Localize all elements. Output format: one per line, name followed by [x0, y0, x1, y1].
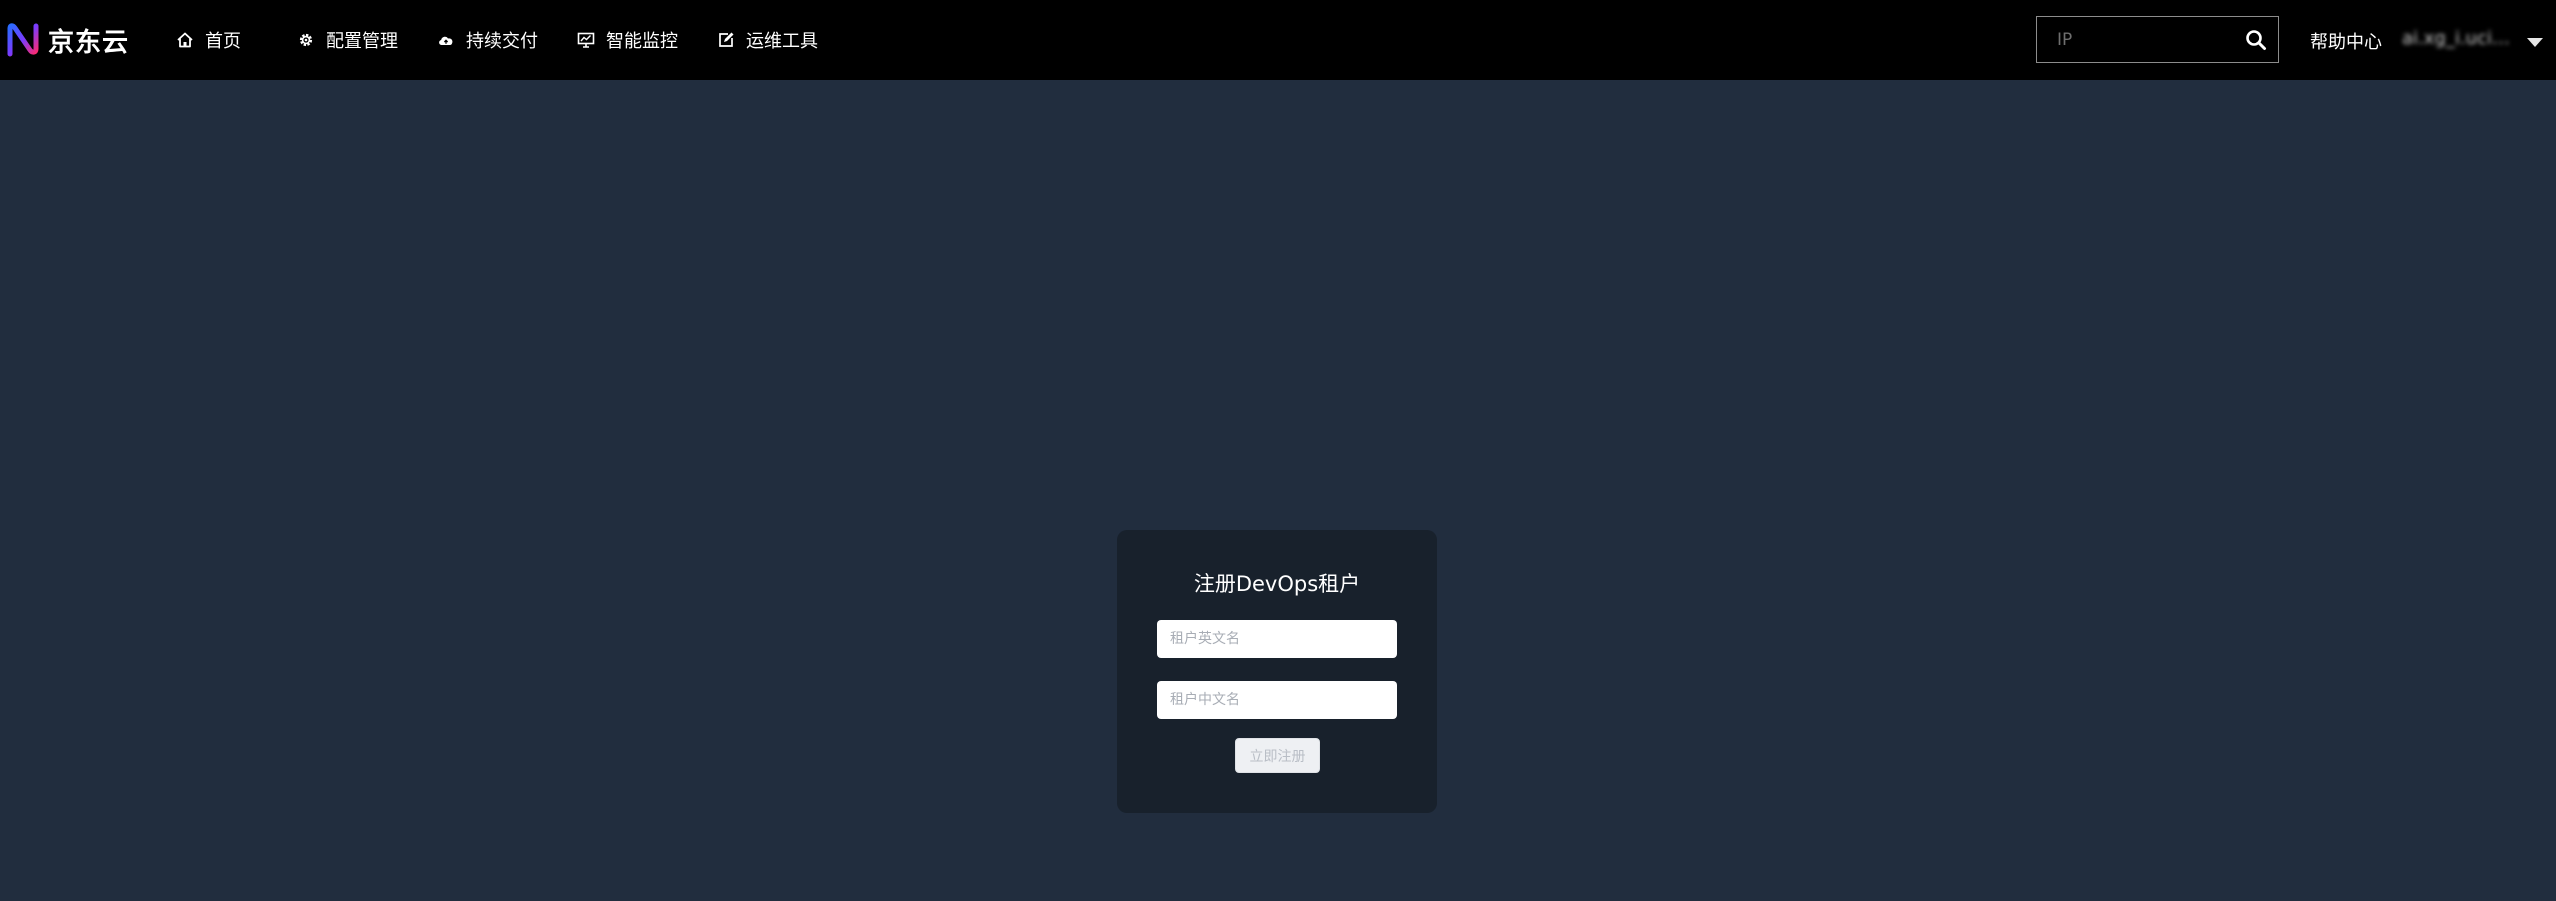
tenant-chinese-name-input[interactable] — [1157, 681, 1397, 719]
gear-icon — [296, 30, 316, 50]
nav-config-management-label: 配置管理 — [326, 31, 398, 52]
nav-continuous-delivery-label: 持续交付 — [466, 31, 538, 52]
register-now-button[interactable]: 立即注册 — [1235, 738, 1320, 773]
caret-down-icon[interactable] — [2525, 34, 2545, 48]
tenant-english-name-input[interactable] — [1157, 620, 1397, 658]
nav-smart-monitoring[interactable]: 智能监控 — [576, 26, 678, 54]
nav-config-management[interactable]: 配置管理 — [296, 26, 398, 54]
monitor-icon — [576, 30, 596, 50]
top-navbar: 京东云 首页 配置管理 持续交付 智能监控 运维工具 IP 帮助中心 ai.xg… — [0, 0, 2556, 80]
nav-ops-tools[interactable]: 运维工具 — [716, 26, 818, 54]
brand-logo[interactable]: 京东云 — [6, 18, 129, 62]
home-icon — [175, 30, 195, 50]
ip-search-input[interactable] — [2037, 17, 2237, 62]
cloud-upload-icon — [436, 30, 456, 50]
brand-name: 京东云 — [48, 27, 130, 58]
edit-box-icon — [716, 30, 736, 50]
user-name[interactable]: ai.xg_i.ucixxu... — [2402, 28, 2518, 49]
nav-continuous-delivery[interactable]: 持续交付 — [436, 26, 538, 54]
nav-ops-tools-label: 运维工具 — [746, 31, 818, 52]
help-center-link[interactable]: 帮助中心 — [2310, 28, 2382, 54]
nav-smart-monitoring-label: 智能监控 — [606, 31, 678, 52]
nav-home-label: 首页 — [205, 31, 241, 52]
jd-cloud-logo-icon — [7, 23, 39, 57]
nav-home[interactable]: 首页 — [175, 26, 241, 54]
register-tenant-card: 注册DevOps租户 立即注册 — [1117, 530, 1437, 813]
search-icon[interactable] — [2244, 28, 2268, 52]
ip-search-box — [2036, 16, 2279, 63]
register-tenant-title: 注册DevOps租户 — [1193, 572, 1361, 596]
